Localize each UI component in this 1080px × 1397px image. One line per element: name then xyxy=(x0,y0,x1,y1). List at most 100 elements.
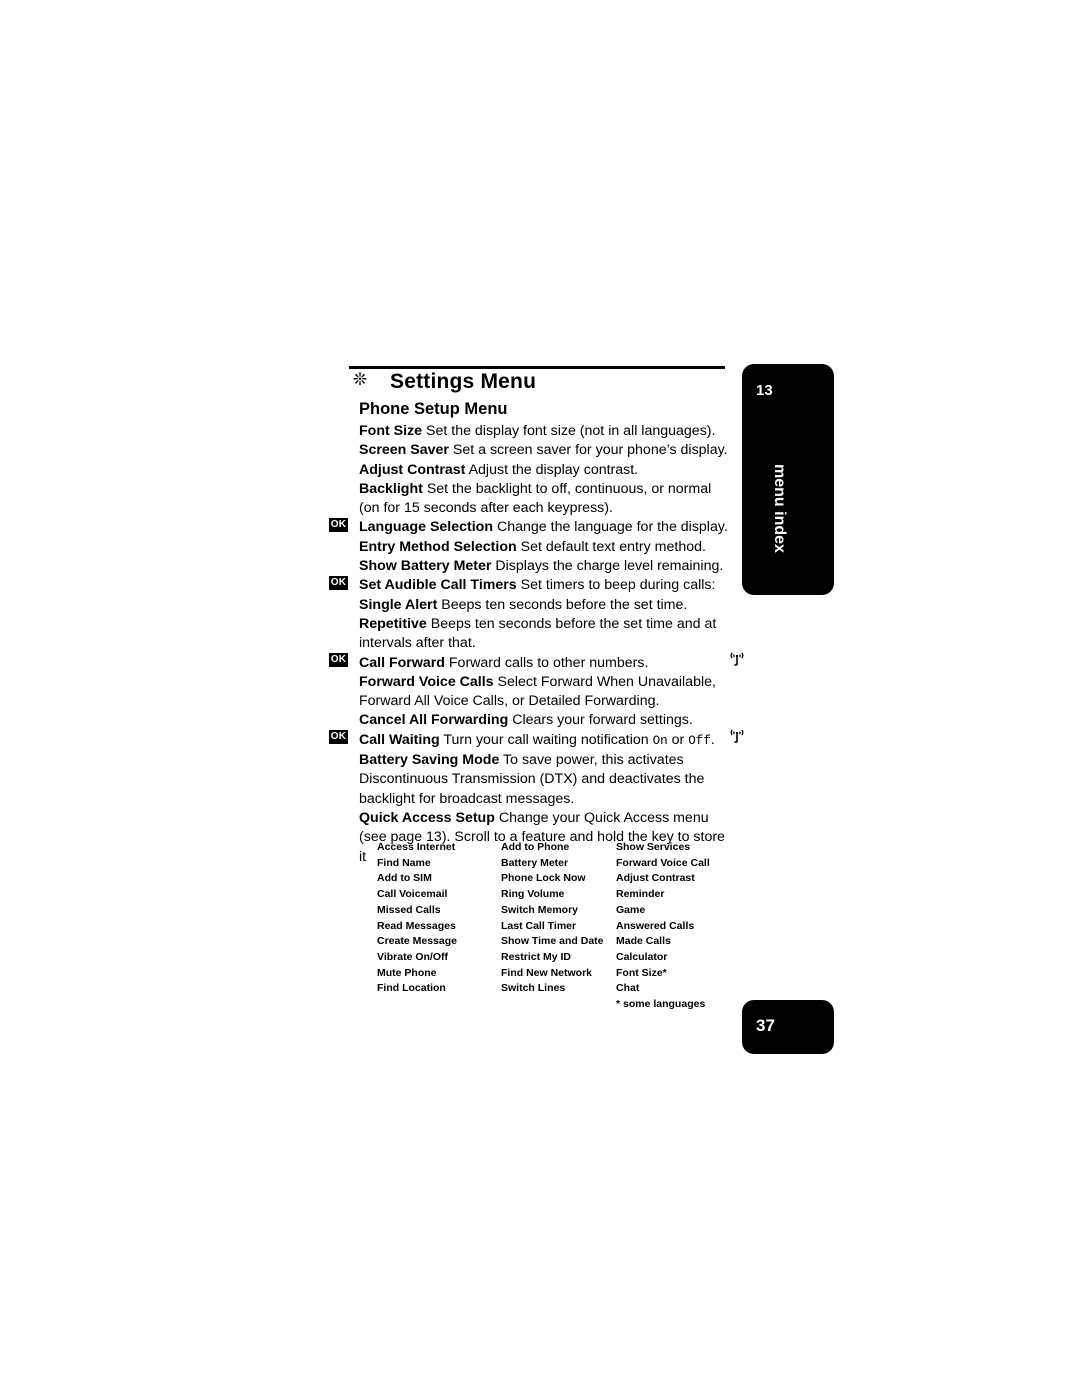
entry-adjust-contrast: Adjust Contrast Adjust the display contr… xyxy=(359,461,731,480)
table-cell: Battery Meter xyxy=(501,856,569,869)
entry-desc: Change the language for the display. xyxy=(496,519,728,536)
wand-icon: ❊ xyxy=(352,370,368,389)
entry-term: Adjust Contrast xyxy=(359,461,466,478)
value-off: Off xyxy=(688,733,711,748)
entry-desc-call-waiting: Turn your call waiting notification On o… xyxy=(443,731,715,748)
table-cell: Find Location xyxy=(377,982,446,995)
table-cell: Add to Phone xyxy=(501,841,570,853)
manual-page: ❊ Settings Menu Phone Setup Menu Font Si… xyxy=(0,0,1080,1397)
table-row: Create Message Show Time and Date Made C… xyxy=(377,934,722,950)
table-cell: Phone Lock Now xyxy=(501,872,586,885)
entry-term: Repetitive xyxy=(359,615,427,632)
table-cell: Adjust Contrast xyxy=(616,872,695,885)
table-cell: Reminder xyxy=(616,888,665,901)
entry-cancel-all-forwarding: Cancel All Forwarding Clears your forwar… xyxy=(359,711,731,730)
table-row: Call Voicemail Ring Volume Reminder xyxy=(377,887,722,903)
table-cell: Ring Volume xyxy=(501,888,565,901)
entry-term: Forward Voice Calls xyxy=(359,673,494,690)
table-cell-empty xyxy=(377,997,501,1013)
heading-rule xyxy=(349,366,725,369)
entry-desc: Set a screen saver for your phone’s disp… xyxy=(452,442,728,459)
value-on: On xyxy=(652,733,668,748)
table-cell: Game xyxy=(616,903,646,916)
entry-desc: Set the display font size (not in all la… xyxy=(426,423,716,439)
table-row: Mute Phone Find New Network Font Size* xyxy=(377,966,722,982)
table-cell: Mute Phone xyxy=(377,966,437,979)
table-footnote: * some languages xyxy=(616,998,706,1011)
antenna-icon xyxy=(729,650,745,666)
table-cell: Show Time and Date xyxy=(501,935,604,948)
entry-language-selection: Language Selection Change the language f… xyxy=(359,518,731,537)
table-cell: Call Voicemail xyxy=(377,888,448,901)
thumb-tab-number: 13 xyxy=(756,382,773,399)
table-row: Missed Calls Switch Memory Game xyxy=(377,903,722,919)
entry-desc: Clears your forward settings. xyxy=(512,712,693,729)
entry-term: Backlight xyxy=(359,480,423,497)
table-row: Add to SIM Phone Lock Now Adjust Contras… xyxy=(377,871,722,887)
menu-index-thumb-tab: 13 menu index xyxy=(742,364,834,595)
entry-term: Quick Access Setup xyxy=(359,809,495,826)
table-row: Access Internet Add to Phone Show Servic… xyxy=(377,840,722,856)
entry-desc: Displays the charge level remaining. xyxy=(495,558,724,575)
table-cell: Read Messages xyxy=(377,919,456,932)
entry-term: Single Alert xyxy=(359,596,438,613)
entry-term: Call Forward xyxy=(359,654,445,671)
entry-call-waiting: Call Waiting Turn your call waiting noti… xyxy=(359,731,731,751)
entry-call-forward: Call Forward Forward calls to other numb… xyxy=(359,654,731,673)
table-cell: Add to SIM xyxy=(377,872,432,885)
section-title: Phone Setup Menu xyxy=(359,400,508,418)
table-cell: Show Services xyxy=(616,841,691,853)
entry-font-size: Font Size Set the display font size (not… xyxy=(359,422,731,441)
entry-term: Battery Saving Mode xyxy=(359,752,500,769)
entry-desc: Set default text entry method. xyxy=(520,538,706,555)
page-number: 37 xyxy=(756,1016,775,1035)
table-cell: Access Internet xyxy=(377,841,456,853)
table-cell: Answered Calls xyxy=(616,919,695,932)
thumb-tab-label: menu index xyxy=(771,464,788,553)
entry-battery-saving-mode: Battery Saving Mode To save power, this … xyxy=(359,751,731,809)
quick-access-feature-table: Access Internet Add to Phone Show Servic… xyxy=(377,840,722,1013)
table-cell: Last Call Timer xyxy=(501,919,577,932)
entry-term: Cancel All Forwarding xyxy=(359,712,509,729)
page-number-badge: 37 xyxy=(742,1000,834,1054)
entry-set-audible-call-timers: Set Audible Call Timers Set timers to be… xyxy=(359,576,731,595)
table-row: Read Messages Last Call Timer Answered C… xyxy=(377,919,722,935)
entry-term: Set Audible Call Timers xyxy=(359,577,517,594)
table-cell: Find New Network xyxy=(501,966,593,979)
table-cell: Switch Memory xyxy=(501,903,579,916)
entry-term: Call Waiting xyxy=(359,731,440,748)
entry-term: Entry Method Selection xyxy=(359,538,517,555)
entry-forward-voice-calls: Forward Voice Calls Select Forward When … xyxy=(359,673,731,712)
page-title: Settings Menu xyxy=(390,370,537,393)
table-cell: Chat xyxy=(616,982,640,995)
entry-entry-method-selection: Entry Method Selection Set default text … xyxy=(359,538,731,557)
table-cell: Find Name xyxy=(377,856,431,869)
antenna-icon xyxy=(729,727,745,743)
entry-term: Font Size xyxy=(359,423,423,439)
ok-key-marker-call-waiting: OK xyxy=(329,730,348,744)
entry-desc: Adjust the display contrast. xyxy=(468,461,639,478)
entry-backlight: Backlight Set the backlight to off, cont… xyxy=(359,480,731,519)
table-cell: Restrict My ID xyxy=(501,950,572,963)
entry-term: Screen Saver xyxy=(359,442,449,459)
entry-show-battery-meter: Show Battery Meter Displays the charge l… xyxy=(359,557,731,576)
ok-key-marker-set-audible-call-timers: OK xyxy=(329,576,348,590)
table-row-footnote: * some languages xyxy=(377,997,722,1013)
table-cell: Forward Voice Call xyxy=(616,856,710,869)
entry-screen-saver: Screen Saver Set a screen saver for your… xyxy=(359,441,731,460)
table-cell: Create Message xyxy=(377,935,457,948)
table-cell-empty xyxy=(501,997,616,1013)
table-cell: Font Size* xyxy=(616,966,667,979)
entry-desc: Forward calls to other numbers. xyxy=(448,654,649,671)
table-cell: Vibrate On/Off xyxy=(377,950,448,963)
entry-desc: Beeps ten seconds before the set time. xyxy=(441,596,688,613)
entry-desc: Set timers to beep during calls: xyxy=(520,577,716,594)
settings-menu-entry-list: Font Size Set the display font size (not… xyxy=(359,422,731,867)
entry-term: Language Selection xyxy=(359,519,494,536)
table-cell: Made Calls xyxy=(616,935,671,948)
table-row: Find Location Switch Lines Chat xyxy=(377,981,722,997)
table-cell: Missed Calls xyxy=(377,903,441,916)
entry-repetitive: Repetitive Beeps ten seconds before the … xyxy=(359,615,731,654)
table-row: Vibrate On/Off Restrict My ID Calculator xyxy=(377,950,722,966)
ok-key-marker-language-selection: OK xyxy=(329,518,348,532)
